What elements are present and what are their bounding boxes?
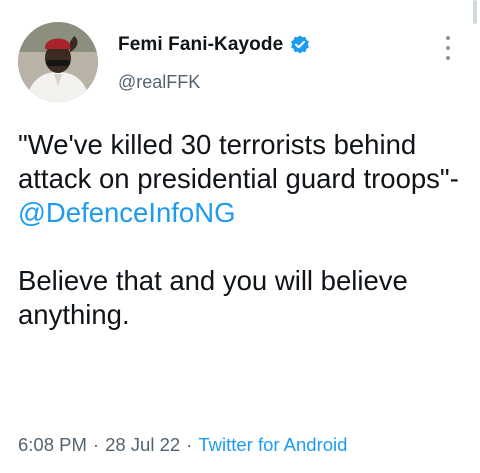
tweet: Femi Fani-Kayode @realFFK "We've killed …	[0, 0, 480, 473]
more-vertical-icon[interactable]	[440, 34, 456, 62]
author-handle[interactable]: @realFFK	[118, 72, 200, 93]
tweet-quote: "We've killed 30 terrorists behind attac…	[18, 129, 459, 194]
tweet-text: "We've killed 30 terrorists behind attac…	[18, 128, 468, 332]
author-display-name[interactable]: Femi Fani-Kayode	[118, 34, 283, 56]
tweet-time[interactable]: 6:08 PM	[18, 434, 87, 455]
author-name-row[interactable]: Femi Fani-Kayode	[118, 34, 311, 56]
tweet-meta: 6:08 PM · 28 Jul 22 · Twitter for Android	[18, 434, 347, 456]
meta-separator: ·	[92, 434, 100, 455]
scrollbar-thumb[interactable]	[473, 0, 477, 24]
tweet-paragraph-2: Believe that and you will believe anythi…	[18, 265, 408, 330]
verified-badge-icon	[289, 34, 311, 56]
meta-separator: ·	[186, 434, 193, 455]
mention-link[interactable]: @DefenceInfoNG	[18, 197, 235, 228]
tweet-source-link[interactable]: Twitter for Android	[198, 434, 347, 455]
tweet-paragraph-1: "We've killed 30 terrorists behind attac…	[18, 128, 468, 230]
avatar[interactable]	[18, 22, 98, 102]
tweet-date[interactable]: 28 Jul 22	[105, 434, 180, 455]
avatar-image	[18, 22, 98, 102]
